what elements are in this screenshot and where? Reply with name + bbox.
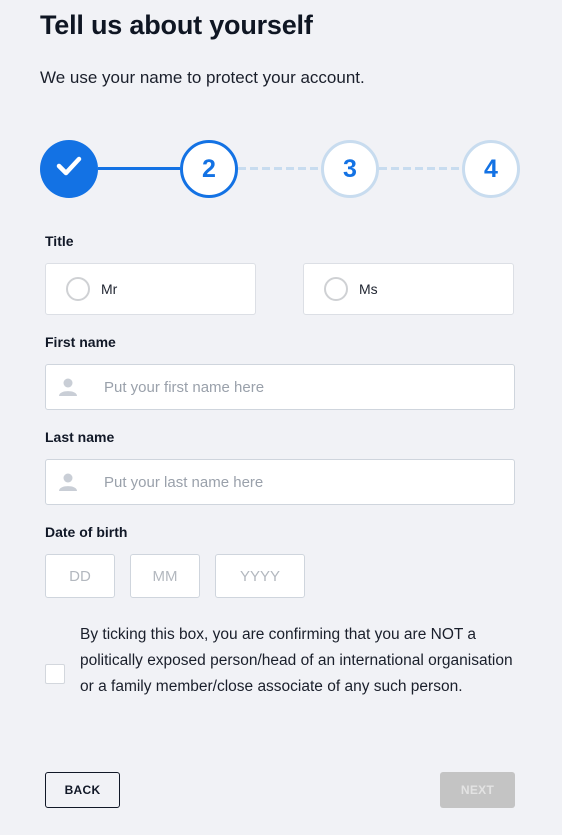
first-name-field[interactable] [45, 364, 515, 410]
dob-year-field[interactable] [215, 554, 305, 598]
last-name-field[interactable] [45, 459, 515, 505]
last-name-label: Last name [45, 429, 115, 445]
dob-day-field[interactable] [45, 554, 115, 598]
title-option-mr[interactable]: Mr [45, 263, 256, 315]
person-icon [58, 377, 78, 397]
stepper-connector-completed [98, 167, 180, 170]
dob-label: Date of birth [45, 524, 128, 540]
first-name-label: First name [45, 334, 116, 350]
back-button[interactable]: BACK [45, 772, 120, 808]
stepper-connector-upcoming [379, 167, 462, 170]
dob-year-input[interactable] [216, 555, 304, 597]
first-name-input[interactable] [104, 365, 504, 409]
pep-consent-text: By ticking this box, you are confirming … [80, 626, 513, 695]
radio-circle-icon[interactable] [66, 277, 90, 301]
step-4: 4 [462, 140, 520, 198]
title-option-label: Ms [359, 281, 378, 297]
step-2-active: 2 [180, 140, 238, 198]
radio-circle-icon[interactable] [324, 277, 348, 301]
dob-day-input[interactable] [46, 555, 114, 597]
next-button[interactable]: NEXT [440, 772, 515, 808]
person-icon [58, 472, 78, 492]
page-title: Tell us about yourself [40, 10, 313, 40]
progress-stepper: 2 3 4 [40, 140, 520, 198]
check-icon [56, 155, 82, 184]
page-subtitle: We use your name to protect your account… [40, 68, 365, 87]
title-option-ms[interactable]: Ms [303, 263, 514, 315]
last-name-input[interactable] [104, 460, 504, 504]
pep-consent-checkbox[interactable] [45, 664, 65, 684]
step-1-completed [40, 140, 98, 198]
stepper-connector-upcoming [238, 167, 321, 170]
title-label: Title [45, 233, 74, 249]
dob-month-input[interactable] [131, 555, 199, 597]
title-option-label: Mr [101, 281, 118, 297]
step-3: 3 [321, 140, 379, 198]
dob-month-field[interactable] [130, 554, 200, 598]
